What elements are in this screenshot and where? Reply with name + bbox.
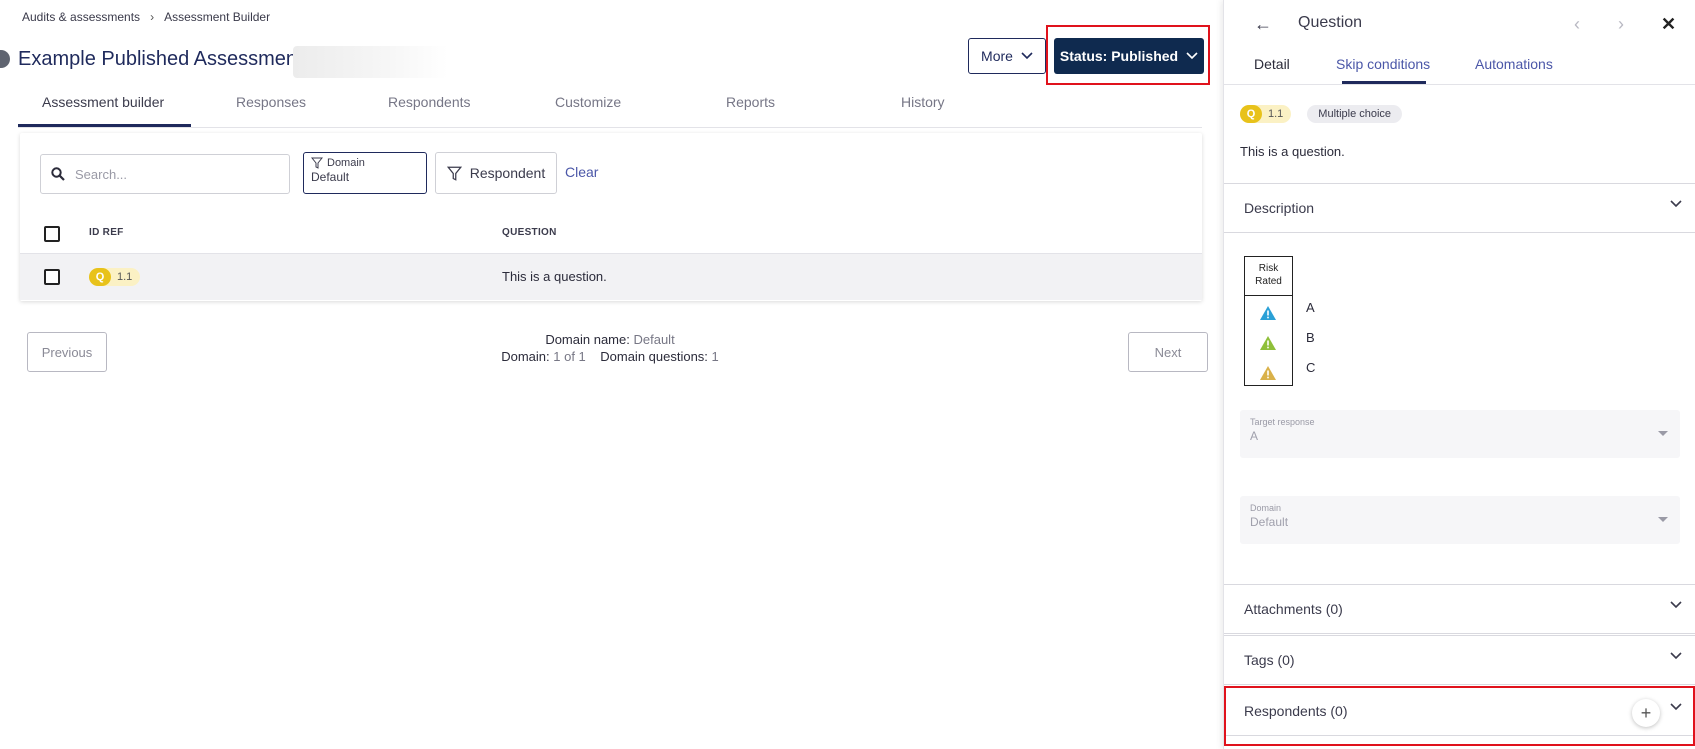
domain-questions-value: 1 xyxy=(711,349,719,364)
domain-value: 1 of 1 xyxy=(553,349,586,364)
back-circle-icon[interactable] xyxy=(0,50,10,68)
filter-icon xyxy=(311,157,323,169)
question-text: This is a question. xyxy=(1240,144,1345,159)
domain-select-label: Domain xyxy=(1250,503,1282,513)
column-header-id-ref: ID REF xyxy=(89,227,124,238)
caret-down-icon xyxy=(1658,517,1668,522)
panel-header: ← Question ‹ › ✕ Detail Skip conditions … xyxy=(1224,0,1695,85)
attachments-label: Attachments (0) xyxy=(1244,601,1343,617)
domain-filter-value: Default xyxy=(311,170,350,184)
active-tab-indicator xyxy=(18,124,191,127)
next-button[interactable]: Next xyxy=(1128,332,1208,372)
domain-filter-label: Domain xyxy=(327,157,365,169)
breadcrumb-item-builder: Assessment Builder xyxy=(164,10,271,24)
highlight-box-status xyxy=(1046,25,1210,85)
tab-history[interactable]: History xyxy=(901,94,945,110)
chevron-left-icon[interactable]: ‹ xyxy=(1574,14,1580,35)
warning-icon-b xyxy=(1260,336,1276,350)
table-row[interactable]: Q 1.1 This is a question. xyxy=(20,253,1202,300)
respondent-filter[interactable]: Respondent xyxy=(435,152,557,194)
domain-select-value: Default xyxy=(1250,515,1289,529)
question-type-badge: Q xyxy=(1240,105,1262,123)
target-response-select[interactable]: Target response A xyxy=(1240,410,1680,458)
caret-down-icon xyxy=(1658,431,1668,436)
panel-title: Question xyxy=(1298,14,1363,31)
domain-label: Domain: xyxy=(501,349,550,364)
warning-icon-a xyxy=(1260,306,1276,320)
row-checkbox[interactable] xyxy=(44,269,60,285)
highlight-box-respondents xyxy=(1224,686,1695,746)
question-text: This is a question. xyxy=(502,269,607,284)
chevron-down-icon xyxy=(1670,652,1682,660)
tab-automations[interactable]: Automations xyxy=(1475,56,1553,72)
description-accordion[interactable]: Description xyxy=(1224,183,1695,233)
description-label: Description xyxy=(1244,200,1315,216)
redacted-area xyxy=(293,46,448,78)
risk-rated-table: Risk Rated xyxy=(1244,256,1293,386)
tab-reports[interactable]: Reports xyxy=(726,94,775,110)
risk-rated-header: Risk Rated xyxy=(1245,257,1292,296)
domain-name-value: Default xyxy=(633,332,675,347)
close-icon[interactable]: ✕ xyxy=(1661,14,1676,35)
tab-skip-conditions[interactable]: Skip conditions xyxy=(1336,56,1430,72)
risk-option-a: A xyxy=(1306,300,1315,315)
questions-card: Domain Default Respondent Clear ID REF Q… xyxy=(20,133,1202,301)
more-button-label: More xyxy=(981,48,1013,64)
clear-filters-link[interactable]: Clear xyxy=(565,164,598,180)
search-input[interactable] xyxy=(75,166,265,182)
chevron-down-icon xyxy=(1670,601,1682,609)
previous-button[interactable]: Previous xyxy=(27,332,107,372)
question-id-badge: Q 1.1 xyxy=(89,268,141,286)
respondent-filter-label: Respondent xyxy=(469,165,546,181)
risk-option-c: C xyxy=(1306,360,1316,375)
page-title: Example Published Assessment xyxy=(18,48,303,70)
chevron-down-icon xyxy=(1670,200,1682,208)
tab-responses[interactable]: Responses xyxy=(236,94,306,110)
question-type-badge: Q xyxy=(89,268,111,286)
search-icon xyxy=(51,167,65,181)
breadcrumb-item-audits[interactable]: Audits & assessments xyxy=(22,10,140,24)
pager-domain-name-line: Domain name: Default xyxy=(400,331,820,348)
target-response-value: A xyxy=(1250,429,1259,443)
chevron-right-icon[interactable]: › xyxy=(1618,14,1624,35)
question-id: 1.1 xyxy=(117,271,133,283)
pager-info: Domain name: Default Domain: 1 of 1 Doma… xyxy=(400,331,820,365)
main-tabs: Assessment builder Responses Respondents… xyxy=(18,84,1202,128)
select-all-checkbox[interactable] xyxy=(44,226,60,242)
arrow-left-icon[interactable]: ← xyxy=(1254,14,1272,35)
domain-filter-label-row: Domain xyxy=(311,157,419,169)
domain-name-label: Domain name: xyxy=(545,332,630,347)
active-tab-indicator xyxy=(1342,81,1426,84)
domain-select[interactable]: Domain Default xyxy=(1240,496,1680,544)
chevron-down-icon xyxy=(1021,52,1033,60)
attachments-accordion[interactable]: Attachments (0) xyxy=(1224,584,1695,634)
question-meta: Q 1.1 Multiple choice xyxy=(1240,105,1403,123)
risk-option-b: B xyxy=(1306,330,1315,345)
warning-icon-c xyxy=(1260,366,1276,380)
question-id-badge: Q 1.1 xyxy=(1240,105,1292,123)
more-button[interactable]: More xyxy=(968,38,1046,74)
target-response-label: Target response xyxy=(1250,417,1315,427)
question-type-pill: Multiple choice xyxy=(1307,105,1403,123)
breadcrumb: Audits & assessments › Assessment Builde… xyxy=(22,10,270,24)
tab-detail[interactable]: Detail xyxy=(1254,56,1290,72)
tags-label: Tags (0) xyxy=(1244,652,1295,668)
chevron-right-icon: › xyxy=(150,10,155,24)
column-header-question: QUESTION xyxy=(502,227,557,238)
tags-accordion[interactable]: Tags (0) xyxy=(1224,635,1695,685)
search-box[interactable] xyxy=(40,154,290,194)
domain-questions-label: Domain questions: xyxy=(600,349,708,364)
tab-assessment-builder[interactable]: Assessment builder xyxy=(42,94,164,110)
pager-counts-line: Domain: 1 of 1 Domain questions: 1 xyxy=(400,348,820,365)
filter-icon xyxy=(446,166,462,181)
domain-filter[interactable]: Domain Default xyxy=(303,152,427,194)
tab-respondents[interactable]: Respondents xyxy=(388,94,471,110)
question-detail-panel: ← Question ‹ › ✕ Detail Skip conditions … xyxy=(1223,0,1695,749)
question-id: 1.1 xyxy=(1268,108,1284,120)
tab-customize[interactable]: Customize xyxy=(555,94,621,110)
